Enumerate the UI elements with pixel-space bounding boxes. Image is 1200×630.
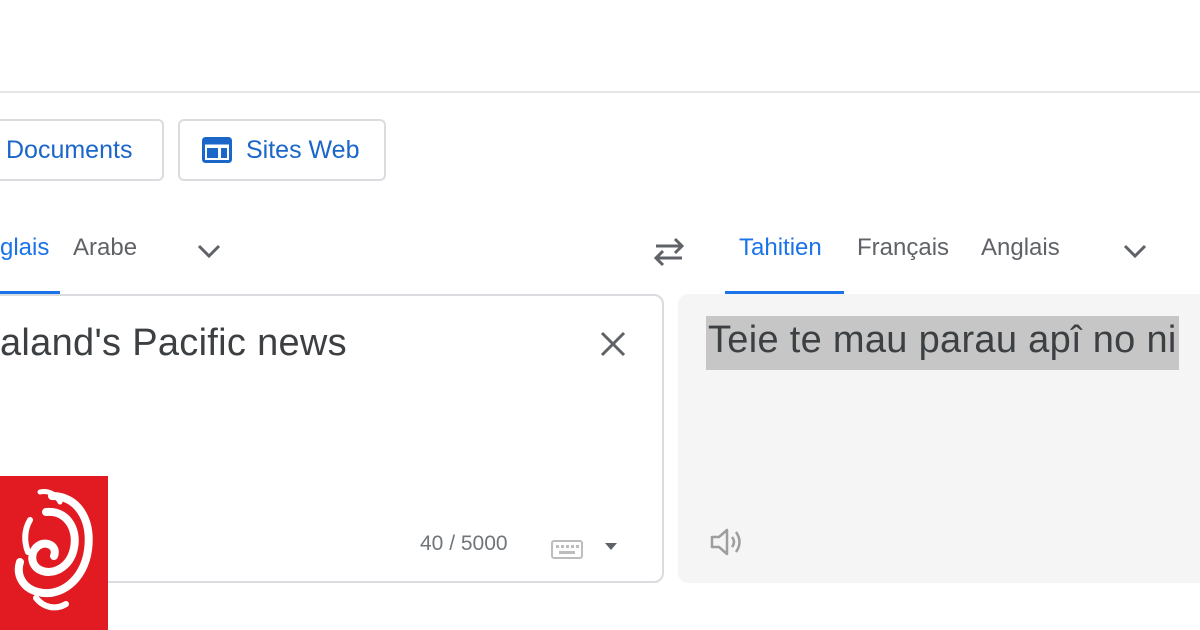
rnz-logo-icon bbox=[14, 489, 93, 611]
rnz-logo bbox=[0, 476, 108, 630]
speaker-icon[interactable] bbox=[709, 526, 745, 558]
translation-text[interactable]: Teie te mau parau apî no ni bbox=[706, 316, 1179, 370]
